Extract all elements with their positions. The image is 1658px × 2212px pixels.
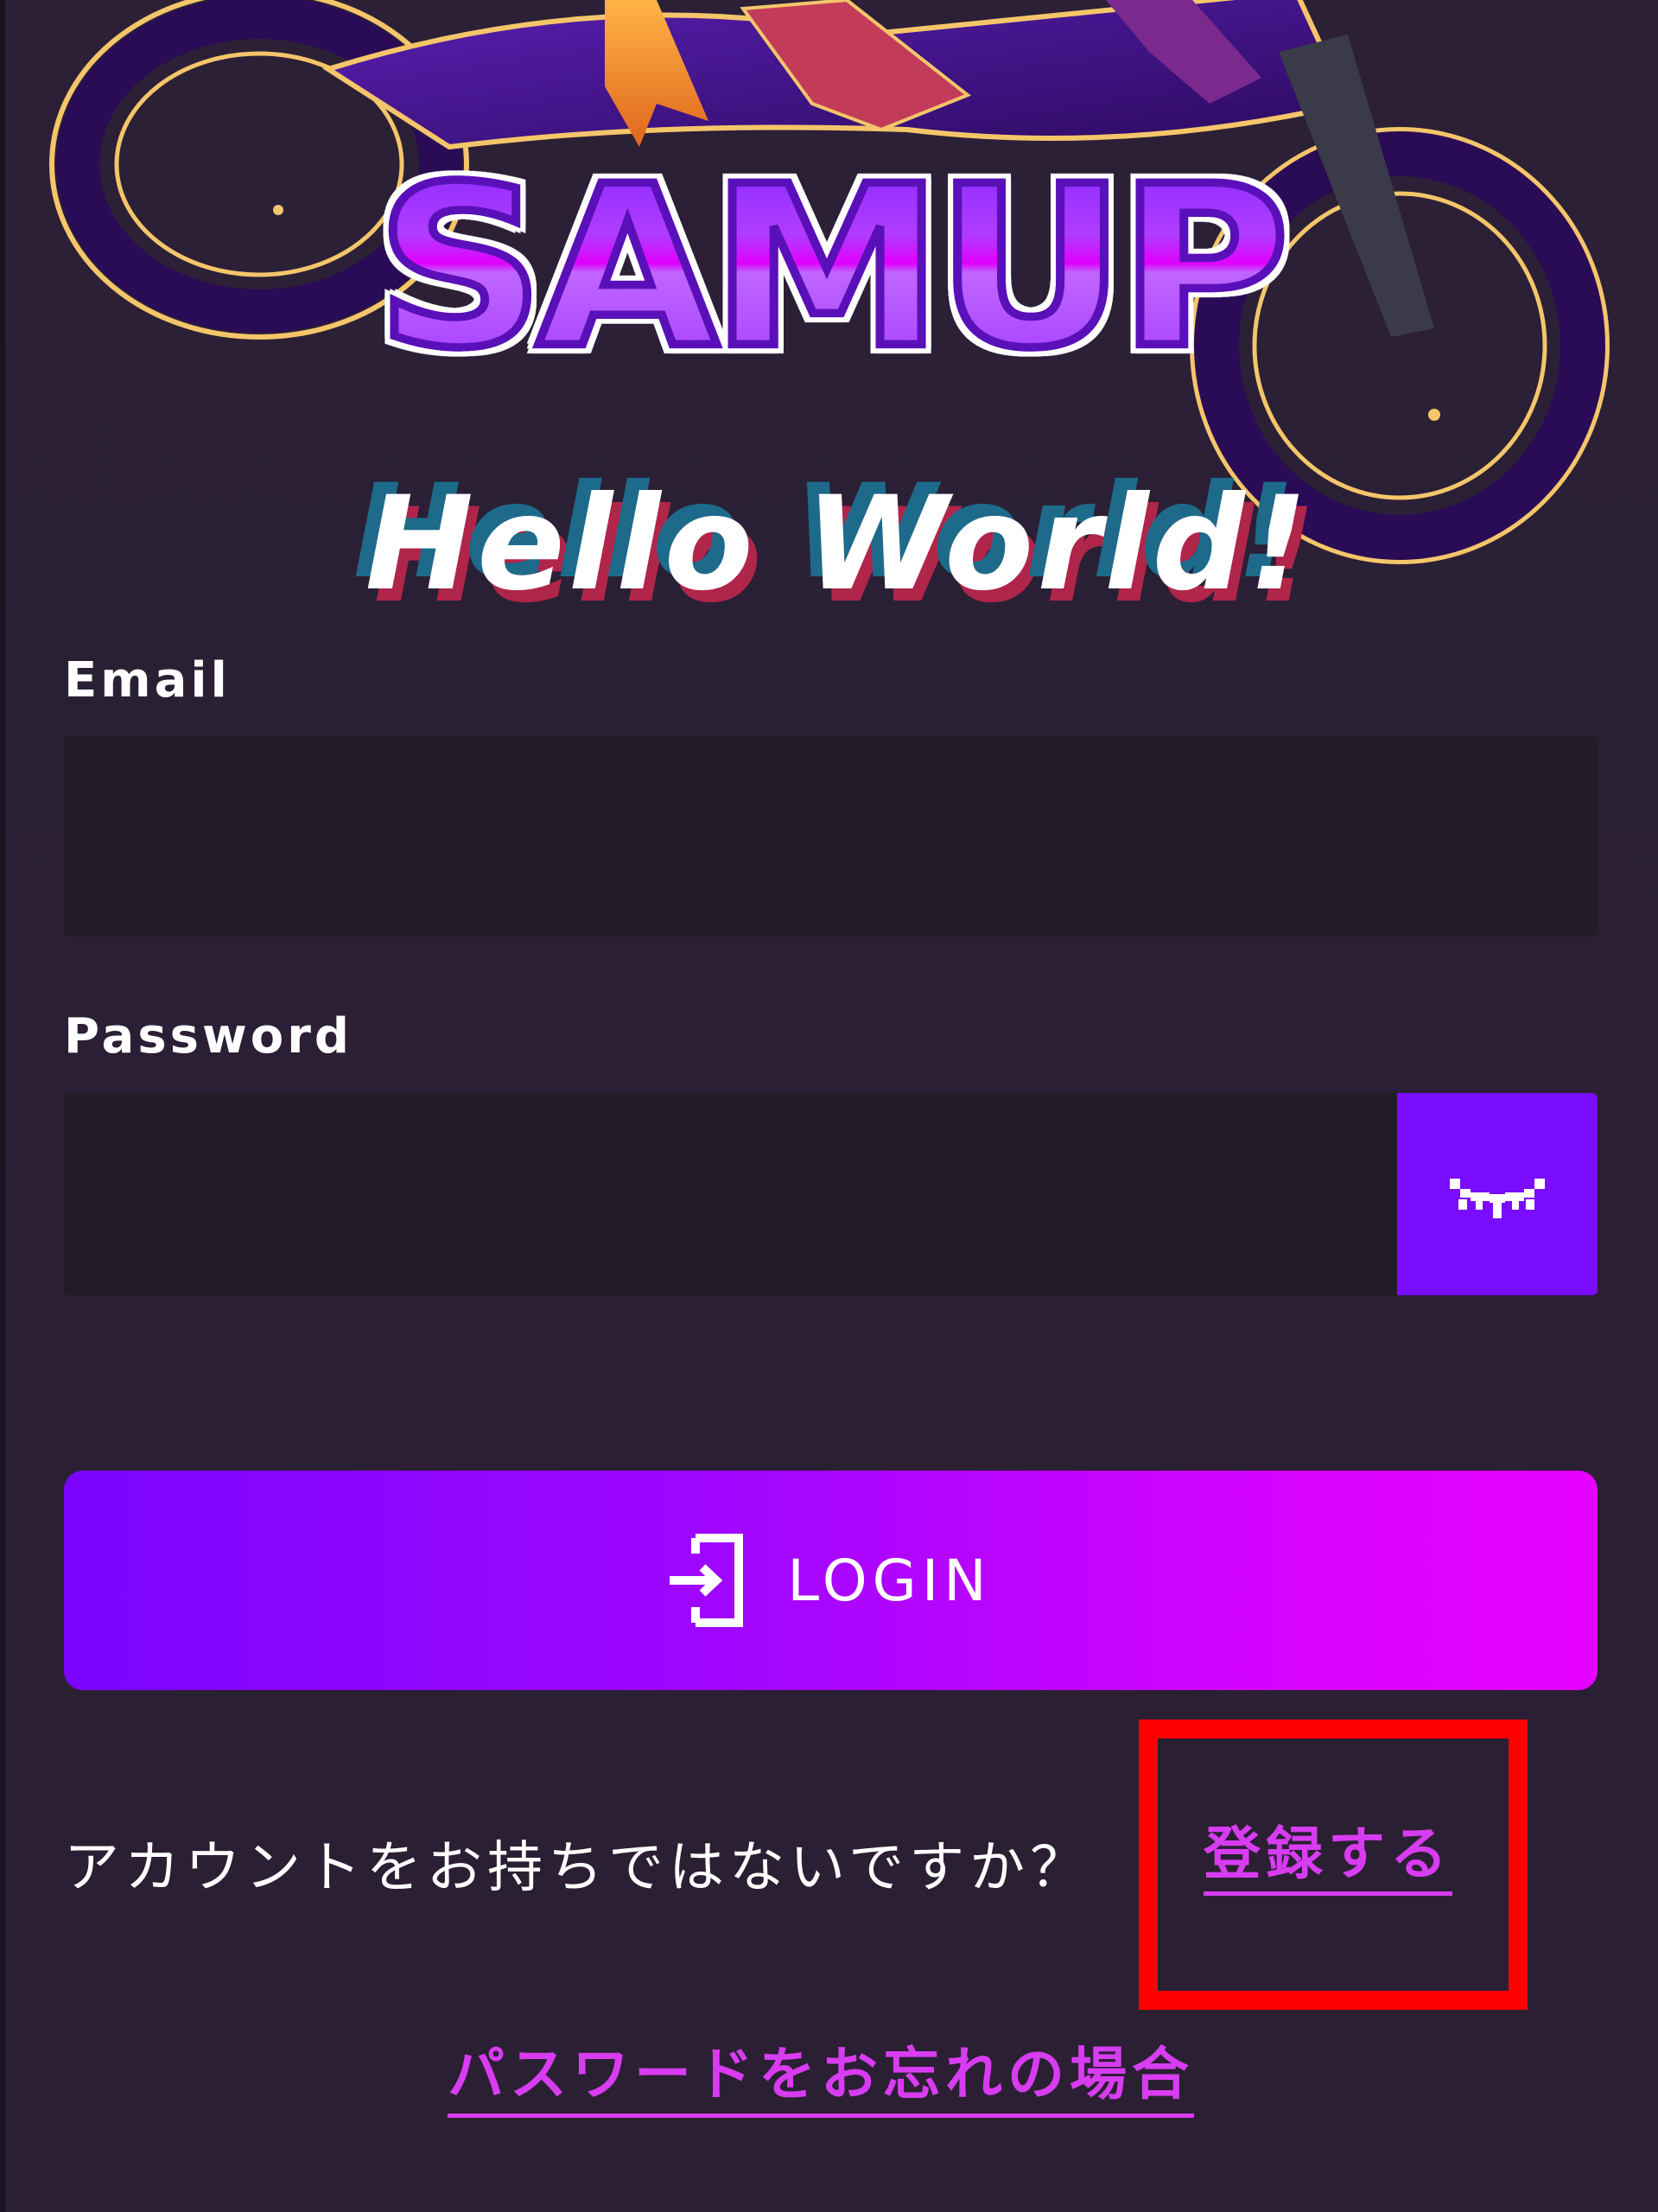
email-field[interactable] — [64, 736, 1598, 937]
login-button[interactable]: LOGIN — [64, 1471, 1598, 1690]
password-label: Password — [64, 1008, 353, 1065]
hero-banner: SAMUP Hello World! — [0, 0, 1658, 639]
login-enter-icon — [670, 1534, 744, 1627]
brand-logo-text: SAMUP — [372, 137, 1293, 397]
register-link[interactable]: 登録する — [1204, 1822, 1452, 1896]
password-field[interactable] — [64, 1093, 1397, 1295]
eye-closed-icon — [1450, 1179, 1545, 1218]
login-button-label: LOGIN — [787, 1547, 992, 1614]
tagline: Hello World! — [365, 469, 1312, 620]
email-label: Email — [64, 652, 231, 709]
no-account-text: アカウントをお持ちではないですか？ — [64, 1836, 1091, 1900]
brand-logo: SAMUP — [294, 130, 1365, 406]
login-page: SAMUP Hello World! Email Password LOGIN … — [0, 0, 1658, 2212]
toggle-password-visibility-button[interactable] — [1397, 1093, 1598, 1295]
forgot-password-link[interactable]: パスワードをお忘れの場合 — [448, 2043, 1194, 2118]
